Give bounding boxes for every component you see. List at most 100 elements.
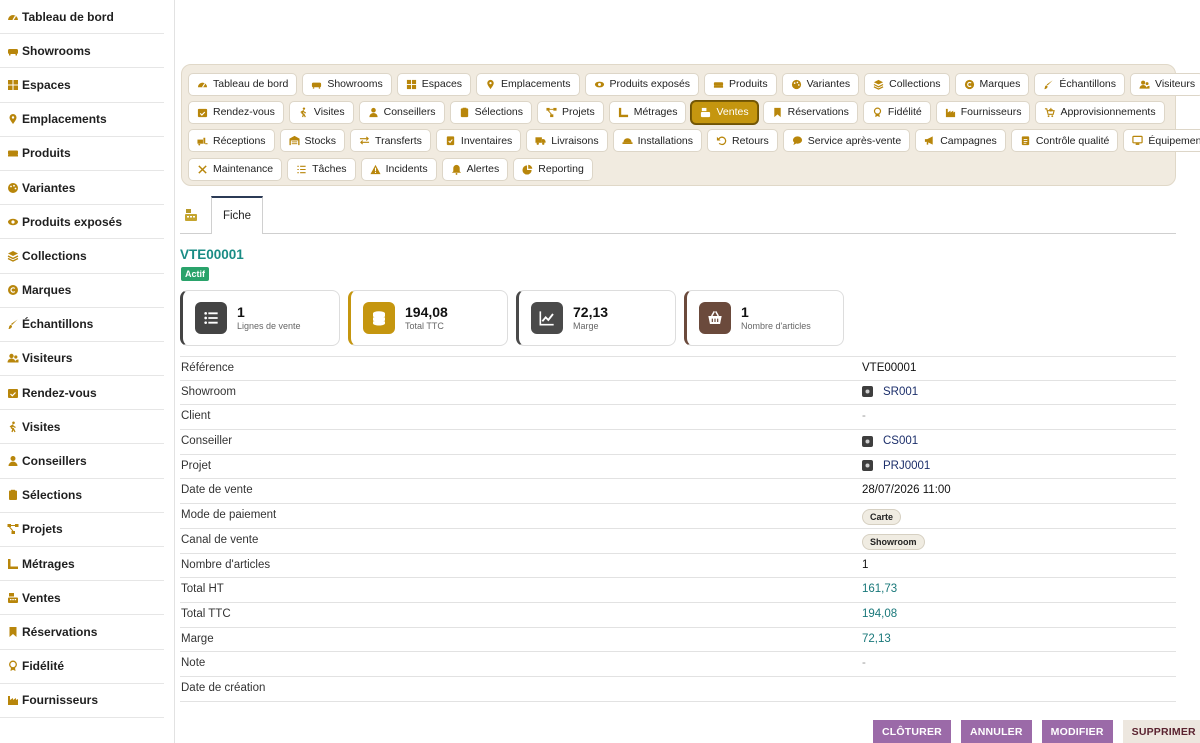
sidebar-item-rendez-vous[interactable]: Rendez-vous [0, 376, 164, 411]
delete-button[interactable]: SUPPRIMER [1122, 720, 1200, 743]
sidebar-item-showrooms[interactable]: Showrooms [0, 34, 164, 69]
sidebar-item-projets[interactable]: Projets [0, 513, 164, 547]
nav-chip-contrôle-qualité[interactable]: Contrôle qualité [1010, 129, 1119, 153]
hard-hat-icon [622, 135, 633, 146]
sidebar-item-fournisseurs[interactable]: Fournisseurs [0, 684, 164, 718]
nav-chip-variantes[interactable]: Variantes [781, 72, 860, 96]
record-link-icon [862, 386, 873, 398]
sidebar: Tableau de bord Showrooms Espaces Emplaceme… [0, 0, 175, 743]
detail-value[interactable]: PRJ0001 [862, 460, 930, 472]
nav-chip-campagnes[interactable]: Campagnes [915, 129, 1006, 153]
nav-chip-approvisionnements[interactable]: Approvisionnements [1035, 100, 1165, 124]
sidebar-item-label: Métrages [22, 556, 75, 571]
nav-chip-incidents[interactable]: Incidents [360, 157, 437, 181]
detail-label: Date de vente [181, 484, 253, 497]
cancel-button[interactable]: ANNULER [960, 720, 1032, 743]
nav-chip-tableau-de-bord[interactable]: Tableau de bord [188, 72, 298, 96]
nav-chip-ventes[interactable]: Ventes [691, 100, 758, 124]
industry-icon [945, 107, 956, 118]
sidebar-item-espaces[interactable]: Espaces [0, 68, 164, 103]
sidebar-item-fidélité[interactable]: Fidélité [0, 650, 164, 684]
nav-chip-réceptions[interactable]: Réceptions [188, 129, 275, 153]
sidebar-item-conseillers[interactable]: Conseillers [0, 444, 164, 479]
detail-label: Canal de vente [181, 533, 259, 546]
sidebar-item-ventes[interactable]: Ventes [0, 581, 164, 616]
detail-label: Client [181, 410, 211, 423]
nav-chip-reporting[interactable]: Reporting [513, 157, 593, 181]
cash-register-icon [700, 107, 711, 118]
nav-chip-inventaires[interactable]: Inventaires [435, 129, 522, 153]
nav-chip-produits[interactable]: Produits [704, 72, 777, 96]
sidebar-item-visites[interactable]: Visites [0, 410, 164, 445]
detail-link-text[interactable]: SR001 [883, 386, 918, 398]
sidebar-item-visiteurs[interactable]: Visiteurs [0, 342, 164, 377]
nav-chip-sélections[interactable]: Sélections [449, 100, 533, 124]
nav-chip-visiteurs[interactable]: Visiteurs [1130, 72, 1200, 96]
sidebar-item-collections[interactable]: Collections [0, 239, 164, 274]
detail-link-text[interactable]: PRJ0001 [883, 460, 930, 472]
module-nav-row: Réceptions Stocks Transferts Inventaires Liv… [188, 127, 1200, 155]
nav-chip-label: Projets [562, 106, 595, 119]
nav-chip-échantillons[interactable]: Échantillons [1034, 72, 1126, 96]
nav-chip-fidélité[interactable]: Fidélité [862, 100, 931, 124]
nav-chip-marques[interactable]: Marques [954, 72, 1030, 96]
detail-label: Mode de paiement [181, 509, 277, 522]
nav-chip-retours[interactable]: Retours [707, 129, 778, 153]
nav-chip-emplacements[interactable]: Emplacements [476, 72, 580, 96]
nav-chip-transferts[interactable]: Transferts [350, 129, 431, 153]
nav-chip-label: Conseillers [383, 106, 436, 119]
sidebar-item-emplacements[interactable]: Emplacements [0, 103, 164, 137]
tab-bar: Fiche [180, 196, 1176, 234]
tab-fiche[interactable]: Fiche [211, 196, 263, 234]
edit-button[interactable]: MODIFIER [1041, 720, 1113, 743]
nav-chip-livraisons[interactable]: Livraisons [526, 129, 608, 153]
ruler-icon [6, 557, 20, 571]
stat-cards: 1 Lignes de vente 194,08 Total TTC 72,13 Marg… [180, 290, 852, 346]
nav-chip-métrages[interactable]: Métrages [608, 100, 687, 124]
sidebar-item-tableau-de-bord[interactable]: Tableau de bord [0, 0, 164, 35]
stat-value: 72,13 [573, 304, 609, 320]
nav-chip-réservations[interactable]: Réservations [762, 100, 858, 124]
nav-chip-projets[interactable]: Projets [537, 100, 604, 124]
nav-chip-maintenance[interactable]: Maintenance [188, 157, 283, 181]
sidebar-item-métrages[interactable]: Métrages [0, 547, 164, 582]
nav-chip-service-après-vente[interactable]: Service après-vente [782, 129, 911, 153]
detail-row: Référence VTE00001 [180, 356, 1176, 381]
close-button[interactable]: CLÔTURER [873, 720, 951, 743]
sidebar-item-marques[interactable]: Marques [0, 274, 164, 308]
sidebar-item-label: Fournisseurs [22, 693, 99, 708]
stat-label: Lignes de vente [237, 321, 301, 331]
detail-row: Mode de paiement Carte [180, 504, 1176, 529]
nav-chip-tâches[interactable]: Tâches [287, 157, 356, 181]
nav-chip-conseillers[interactable]: Conseillers [358, 100, 445, 124]
detail-value: 72,13 [862, 632, 891, 645]
nav-chip-rendez-vous[interactable]: Rendez-vous [188, 100, 284, 124]
nav-chip-label: Espaces [421, 78, 463, 91]
nav-chip-alertes[interactable]: Alertes [441, 157, 509, 181]
nav-chip-stocks[interactable]: Stocks [279, 129, 346, 153]
nav-chip-fournisseurs[interactable]: Fournisseurs [935, 100, 1031, 124]
sidebar-item-produits-exposés[interactable]: Produits exposés [0, 205, 164, 240]
sidebar-item-produits[interactable]: Produits [0, 137, 164, 171]
nav-chip-visites[interactable]: Visites [288, 100, 354, 124]
nav-chip-équipements[interactable]: Équipements [1123, 129, 1200, 153]
detail-link-text[interactable]: CS001 [883, 435, 918, 447]
sidebar-item-label: Ventes [22, 590, 61, 605]
sidebar-item-réservations[interactable]: Réservations [0, 615, 164, 650]
stat-value: 194,08 [405, 304, 448, 320]
detail-value[interactable]: CS001 [862, 435, 918, 447]
sidebar-item-échantillons[interactable]: Échantillons [0, 308, 164, 342]
sidebar-item-variantes[interactable]: Variantes [0, 171, 164, 206]
nav-chip-espaces[interactable]: Espaces [396, 72, 472, 96]
nav-chip-label: Variantes [806, 78, 851, 91]
nav-chip-showrooms[interactable]: Showrooms [302, 72, 392, 96]
detail-row: Conseiller CS001 [180, 430, 1176, 455]
nav-chip-installations[interactable]: Installations [612, 129, 703, 153]
sidebar-item-sélections[interactable]: Sélections [0, 479, 164, 513]
nav-chip-collections[interactable]: Collections [864, 72, 950, 96]
project-diagram-icon [6, 522, 20, 536]
nav-chip-label: Visiteurs [1155, 78, 1196, 91]
cash-register-icon [6, 591, 20, 605]
nav-chip-produits-exposés[interactable]: Produits exposés [584, 72, 700, 96]
detail-value[interactable]: SR001 [862, 386, 918, 398]
